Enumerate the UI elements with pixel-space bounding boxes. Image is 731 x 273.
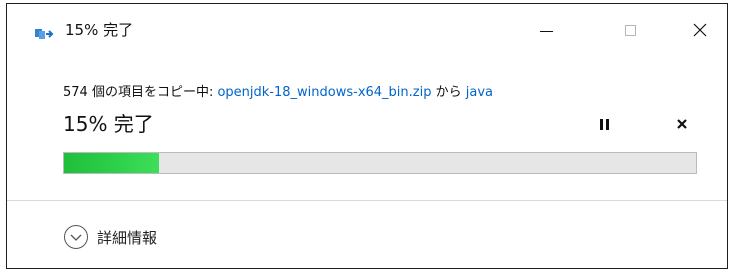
more-details-label: 詳細情報 (97, 228, 158, 247)
more-details-toggle[interactable]: 詳細情報 (63, 224, 157, 250)
cancel-icon (677, 119, 687, 129)
maximize-button[interactable] (607, 4, 653, 56)
cancel-button[interactable] (672, 114, 692, 134)
progress-bar-fill (64, 153, 159, 173)
copy-status-line: 574 個の項目をコピー中: openjdk-18_windows-x64_bi… (63, 81, 493, 100)
maximize-icon (624, 24, 636, 36)
window-title: 15% 完了 (65, 21, 134, 39)
copy-count-text: 574 個の項目をコピー中: (63, 85, 218, 100)
pause-icon-bar (605, 118, 609, 130)
divider (7, 200, 727, 201)
copy-progress-dialog: 15% 完了 574 個の項目をコピー中: openjdk-18_windows… (6, 3, 728, 269)
file-copy-icon (35, 25, 55, 39)
progress-label: 15% 完了 (63, 112, 154, 136)
close-button[interactable] (677, 4, 723, 56)
pause-icon (599, 118, 603, 130)
destination-folder-link[interactable]: java (466, 85, 493, 100)
pause-button[interactable] (595, 116, 613, 132)
minimize-button[interactable] (523, 4, 569, 56)
title-bar[interactable]: 15% 完了 (7, 4, 727, 56)
progress-bar (63, 152, 697, 174)
source-file-link[interactable]: openjdk-18_windows-x64_bin.zip (217, 85, 431, 100)
close-icon (693, 23, 707, 37)
chevron-down-circle-icon (64, 225, 88, 249)
copy-from-text: から (431, 85, 466, 100)
minimize-icon (539, 30, 553, 32)
